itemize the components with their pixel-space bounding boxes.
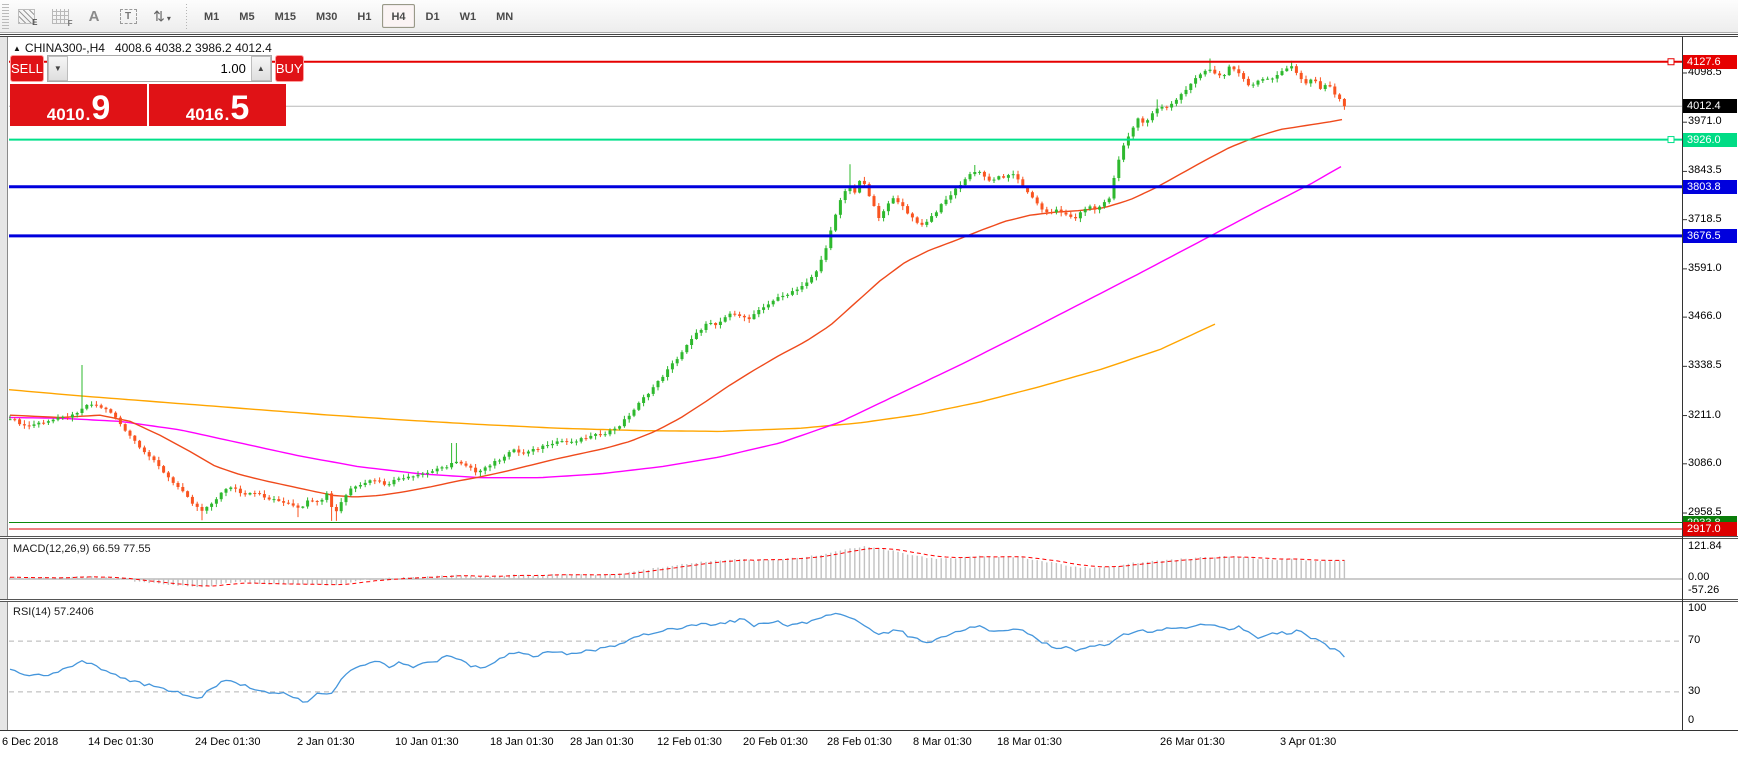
chart-title: ▲ CHINA300-,H4 4008.6 4038.2 3986.2 4012.4 xyxy=(13,41,272,55)
timeframe-MN[interactable]: MN xyxy=(487,4,522,28)
timeframe-D1[interactable]: D1 xyxy=(417,4,449,28)
sell-price-main: 4010 xyxy=(46,105,85,124)
buy-price-main: 4016 xyxy=(185,105,224,124)
volume-control: ▼ ▲ xyxy=(46,55,272,82)
volume-up-button[interactable]: ▲ xyxy=(250,56,271,81)
macd-tick-121.84: 121.84 xyxy=(1688,540,1722,552)
price-tick-3086: 3086.0 xyxy=(1688,456,1722,469)
rsi-value: 57.2406 xyxy=(53,606,94,618)
price-badge-3803.8: 3803.8 xyxy=(1683,179,1737,194)
time-label: 28 Feb 01:30 xyxy=(827,736,892,748)
fibo-grid-tool-icon[interactable]: F xyxy=(45,3,75,29)
price-badge-3926: 3926.0 xyxy=(1683,132,1737,147)
macd-label: MACD(12,26,9) 66.59 77.55 xyxy=(13,543,151,555)
rsi-tick-30: 30 xyxy=(1688,685,1701,697)
volume-input[interactable] xyxy=(67,56,251,81)
toolbar-separator xyxy=(184,3,189,29)
macd-rsi-divider[interactable] xyxy=(0,599,1738,602)
text-tool-icon[interactable]: A xyxy=(79,3,109,29)
macd-tick-0.00: 0.00 xyxy=(1688,571,1710,583)
sell-price-display[interactable]: 4010. 9 xyxy=(10,84,147,126)
timeframe-M15[interactable]: M15 xyxy=(266,4,305,28)
timeframe-H1[interactable]: H1 xyxy=(348,4,380,28)
macd-values: 66.59 77.55 xyxy=(92,543,151,555)
timeframe-M5[interactable]: M5 xyxy=(230,4,263,28)
timeframe-M1[interactable]: M1 xyxy=(195,4,228,28)
trading-terminal-window: E F A T ⇅ ▾ M1 M5 M15 M30 H1 H4 D1 W1 MN ▲ CHINA300-,H… xyxy=(0,0,1738,757)
sell-price-pip: 9 xyxy=(91,89,111,128)
time-label: 12 Feb 01:30 xyxy=(657,736,722,748)
toolbar: E F A T ⇅ ▾ M1 M5 M15 M30 H1 H4 D1 W1 MN xyxy=(0,0,1738,33)
price-tick-3718.5: 3718.5 xyxy=(1688,212,1722,225)
time-label: 8 Mar 01:30 xyxy=(913,736,972,748)
timeframe-M30[interactable]: M30 xyxy=(307,4,346,28)
rsi-label: RSI(14) 57.2406 xyxy=(13,606,94,618)
price-badge-4127.6: 4127.6 xyxy=(1683,54,1737,69)
rsi-tick-70: 70 xyxy=(1688,634,1701,646)
cycle-arrows-tool-icon[interactable]: ⇅ ▾ xyxy=(147,3,177,29)
toolbar-grip[interactable] xyxy=(2,3,9,29)
time-label: 3 Apr 01:30 xyxy=(1280,736,1337,748)
time-label: 14 Dec 01:30 xyxy=(88,736,154,748)
buy-button[interactable]: BUY xyxy=(274,55,304,82)
time-label: 2 Jan 01:30 xyxy=(297,736,355,748)
chart-plot-area[interactable] xyxy=(9,37,1682,730)
time-label: 26 Mar 01:30 xyxy=(1160,736,1225,748)
volume-down-button[interactable]: ▼ xyxy=(47,56,68,81)
time-label: 20 Feb 01:30 xyxy=(743,736,808,748)
macd-tick--57.26: -57.26 xyxy=(1688,584,1720,596)
buy-price-pip: 5 xyxy=(230,89,250,128)
main-macd-divider[interactable] xyxy=(0,536,1738,539)
timeframe-H4[interactable]: H4 xyxy=(382,4,415,28)
expert-draw-tool-icon[interactable]: E xyxy=(11,3,41,29)
symbol-label: CHINA300-,H4 xyxy=(24,41,105,55)
textbox-tool-icon[interactable]: T xyxy=(113,3,143,29)
time-label: 28 Jan 01:30 xyxy=(570,736,634,748)
timeframe-bar: M1 M5 M15 M30 H1 H4 D1 W1 MN xyxy=(194,4,523,28)
ohlc-values: 4008.6 4038.2 3986.2 4012.4 xyxy=(114,41,272,55)
price-tick-3843.5: 3843.5 xyxy=(1688,164,1722,177)
time-label: 24 Dec 01:30 xyxy=(195,736,261,748)
price-badge-3676.5: 3676.5 xyxy=(1683,228,1737,243)
drawing-tools-group: E F A T ⇅ ▾ xyxy=(9,3,179,29)
price-axis[interactable]: 4098.5 3971.0 3843.5 3718.5 3591.0 3466.0 3338… xyxy=(1683,37,1738,536)
rsi-tick-100: 100 xyxy=(1688,602,1707,614)
price-tick-3971: 3971.0 xyxy=(1688,115,1722,128)
time-label: 18 Jan 01:30 xyxy=(490,736,554,748)
price-tick-3211: 3211.0 xyxy=(1688,408,1721,421)
rsi-axis[interactable]: 100 70 30 0 xyxy=(1683,602,1738,730)
sell-button[interactable]: SELL xyxy=(10,55,44,82)
rsi-tick-0: 0 xyxy=(1688,714,1695,726)
one-click-trade-panel: SELL ▼ ▲ BUY 4010.9 4016.5 xyxy=(10,55,304,126)
current-price-badge: 4012.4 xyxy=(1683,99,1737,114)
window-left-gutter xyxy=(0,37,8,731)
time-axis[interactable]: 6 Dec 2018 14 Dec 01:30 24 Dec 01:30 2 Jan … xyxy=(0,731,1738,757)
price-tick-3466: 3466.0 xyxy=(1688,310,1722,323)
buy-price-display[interactable]: 4016. 5 xyxy=(149,84,286,126)
sell-price-dot: . xyxy=(85,105,91,124)
time-label: 6 Dec 2018 xyxy=(2,736,59,748)
time-label: 18 Mar 01:30 xyxy=(997,736,1062,748)
macd-axis[interactable]: 121.84 0.00 -57.26 xyxy=(1683,539,1738,599)
price-tick-3338.5: 3338.5 xyxy=(1688,359,1722,372)
timeframe-W1[interactable]: W1 xyxy=(451,4,486,28)
buy-price-dot: . xyxy=(224,105,230,124)
price-tick-3591: 3591.0 xyxy=(1688,261,1722,274)
time-label: 10 Jan 01:30 xyxy=(395,736,459,748)
collapse-triangle-icon[interactable]: ▲ xyxy=(13,44,21,53)
price-badge-2917: 2917.0 xyxy=(1683,522,1737,536)
